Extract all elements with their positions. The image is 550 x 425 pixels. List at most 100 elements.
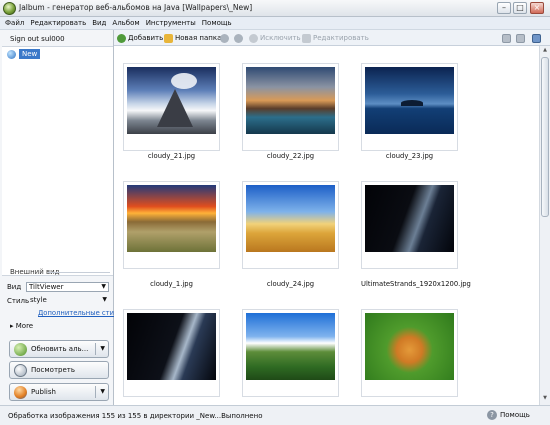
split-divider [95, 386, 96, 398]
chevron-down-icon: ▼ [102, 296, 107, 303]
window-title: Jalbum - генератор веб-альбомов на Java … [19, 3, 253, 12]
thumbnail-image [365, 67, 454, 134]
style-select[interactable]: style ▼ [28, 296, 109, 306]
thumbnail-card[interactable] [123, 181, 220, 269]
publish-label: Publish [31, 388, 56, 396]
update-album-label: Обновить аль... [31, 345, 89, 353]
chevron-down-icon[interactable]: ▼ [100, 388, 105, 395]
monitor-icon [532, 33, 541, 43]
magnifier-icon [14, 363, 27, 377]
publish-icon [14, 385, 27, 399]
thumbnail-card[interactable] [123, 309, 220, 397]
thumbnail-image [246, 185, 335, 252]
scrollbar-thumb[interactable] [541, 57, 549, 217]
arrow-left-icon [220, 33, 229, 43]
move-right-button[interactable] [234, 32, 243, 44]
thumbnail-card[interactable] [242, 309, 339, 397]
title-bar: Jalbum - генератор веб-альбомов на Java … [0, 0, 550, 17]
view-grid-button[interactable] [502, 32, 511, 44]
thumbnail-card[interactable] [361, 181, 458, 269]
thumbnail-card[interactable] [361, 63, 458, 151]
island-shape [401, 100, 423, 106]
scroll-up-arrow-icon[interactable]: ▲ [541, 47, 549, 55]
more-expander[interactable]: ▸ More [10, 322, 33, 330]
style-label: Стиль [7, 297, 30, 305]
chevron-down-icon[interactable]: ▼ [100, 345, 105, 352]
move-left-button[interactable] [220, 32, 229, 44]
extra-styles-link[interactable]: Дополнительные стили [38, 309, 123, 317]
menu-file[interactable]: Файл [0, 17, 27, 30]
view-list-button[interactable] [516, 32, 525, 44]
arrow-right-icon [234, 33, 243, 43]
status-text: Обработка изображения 155 из 155 в дирек… [8, 412, 263, 420]
sign-out-link[interactable]: Sign out sul000 [10, 35, 65, 43]
new-folder-button[interactable]: Новая папка [164, 32, 221, 44]
vertical-scrollbar[interactable]: ▲ ▼ [539, 46, 550, 405]
jalbum-logo-icon [3, 2, 16, 15]
thumbnail-name: UltimateStrands_1920x1200.jpg [361, 280, 471, 288]
split-divider [95, 343, 96, 355]
new-folder-label: Новая папка [175, 34, 222, 42]
album-icon [7, 49, 16, 59]
cloud-shape [171, 73, 197, 89]
publish-button[interactable]: Publish ▼ [9, 383, 109, 401]
tree-item-label: New [19, 49, 41, 59]
thumbnail-name: cloudy_1.jpg [150, 280, 193, 288]
edit-label: Редактировать [313, 34, 369, 42]
exclude-icon [249, 33, 258, 43]
thumbnail-image [127, 313, 216, 380]
maximize-button[interactable]: □ [513, 2, 527, 14]
menu-edit[interactable]: Редактировать [27, 17, 89, 30]
thumbnail-name: cloudy_22.jpg [266, 152, 315, 160]
mountain-shape [157, 89, 193, 127]
thumbnail-card[interactable] [123, 63, 220, 151]
style-select-value: style [30, 296, 47, 304]
grid-view-icon [502, 33, 511, 43]
menu-tools[interactable]: Инструменты [143, 17, 199, 30]
preview-label: Посмотреть [31, 366, 75, 374]
thumbnail-image [246, 313, 335, 380]
thumbnail-card[interactable] [361, 309, 458, 397]
update-album-button[interactable]: Обновить аль... ▼ [9, 340, 109, 358]
thumbnail-card[interactable] [242, 63, 339, 151]
preview-toggle-button[interactable] [532, 32, 541, 44]
thumbnail-grid: cloudy_21.jpg cloudy_22.jpg cloudy_23.jp… [114, 46, 539, 405]
more-label: More [15, 322, 34, 330]
view-label: Вид [7, 283, 22, 291]
view-select-value: TiltViewer [29, 283, 64, 291]
thumbnail-name: cloudy_21.jpg [147, 152, 196, 160]
thumbnail-image [246, 67, 335, 134]
toolbar: Добавить Новая папка Исключить Редактиро… [114, 30, 550, 46]
help-label: Помощь [500, 411, 530, 419]
thumbnail-name: cloudy_23.jpg [385, 152, 434, 160]
menu-album[interactable]: Альбом [109, 17, 142, 30]
menu-bar: Файл Редактировать Вид Альбом Инструменты Пом… [0, 17, 550, 30]
scroll-down-arrow-icon[interactable]: ▼ [541, 395, 549, 403]
preview-button[interactable]: Посмотреть [9, 361, 109, 379]
thumbnail-name: cloudy_24.jpg [266, 280, 315, 288]
chevron-down-icon: ▼ [101, 283, 106, 290]
thumbnail-image [365, 313, 454, 380]
help-button[interactable]: ? Помощь [487, 410, 530, 420]
add-button[interactable]: Добавить [117, 32, 163, 44]
update-icon [14, 342, 27, 356]
list-view-icon [516, 33, 525, 43]
section-divider [48, 272, 110, 273]
menu-help[interactable]: Помощь [199, 17, 235, 30]
minimize-button[interactable]: – [497, 2, 511, 14]
thumbnail-image [127, 67, 216, 134]
close-button[interactable]: × [530, 2, 544, 14]
status-bar: Обработка изображения 155 из 155 в дирек… [0, 405, 550, 425]
view-select[interactable]: TiltViewer ▼ [26, 282, 109, 292]
add-icon [117, 33, 126, 43]
help-icon: ? [487, 410, 497, 420]
menu-view[interactable]: Вид [89, 17, 109, 30]
thumbnail-card[interactable] [242, 181, 339, 269]
tree-item-new[interactable]: New [7, 49, 41, 59]
folder-icon [164, 33, 173, 43]
thumbnail-image [365, 185, 454, 252]
edit-button[interactable]: Редактировать [302, 32, 369, 44]
exclude-button[interactable]: Исключить [249, 32, 301, 44]
add-label: Добавить [128, 34, 164, 42]
sidebar: Sign out sul000 New Внешний вид Вид Tilt… [0, 30, 123, 405]
